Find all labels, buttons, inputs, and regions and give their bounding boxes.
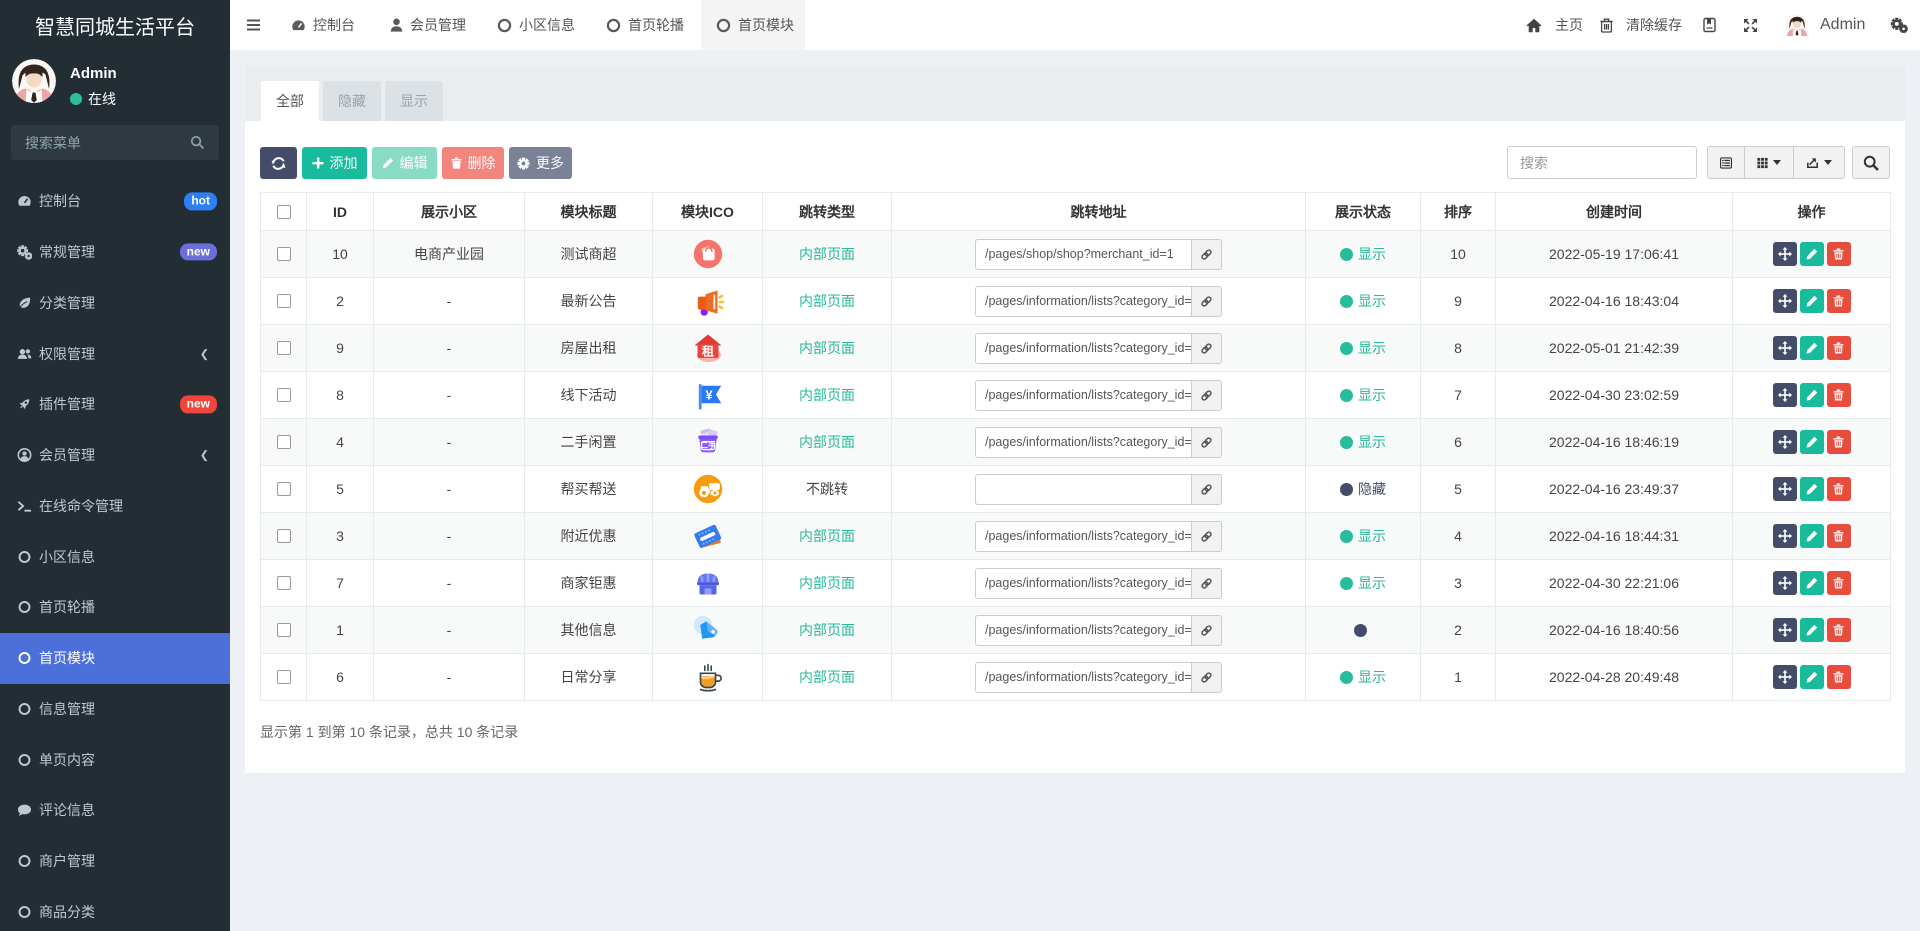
svg-text:租: 租 bbox=[701, 345, 713, 359]
svg-text:二手: 二手 bbox=[700, 440, 716, 450]
svg-text:¥: ¥ bbox=[705, 388, 713, 403]
